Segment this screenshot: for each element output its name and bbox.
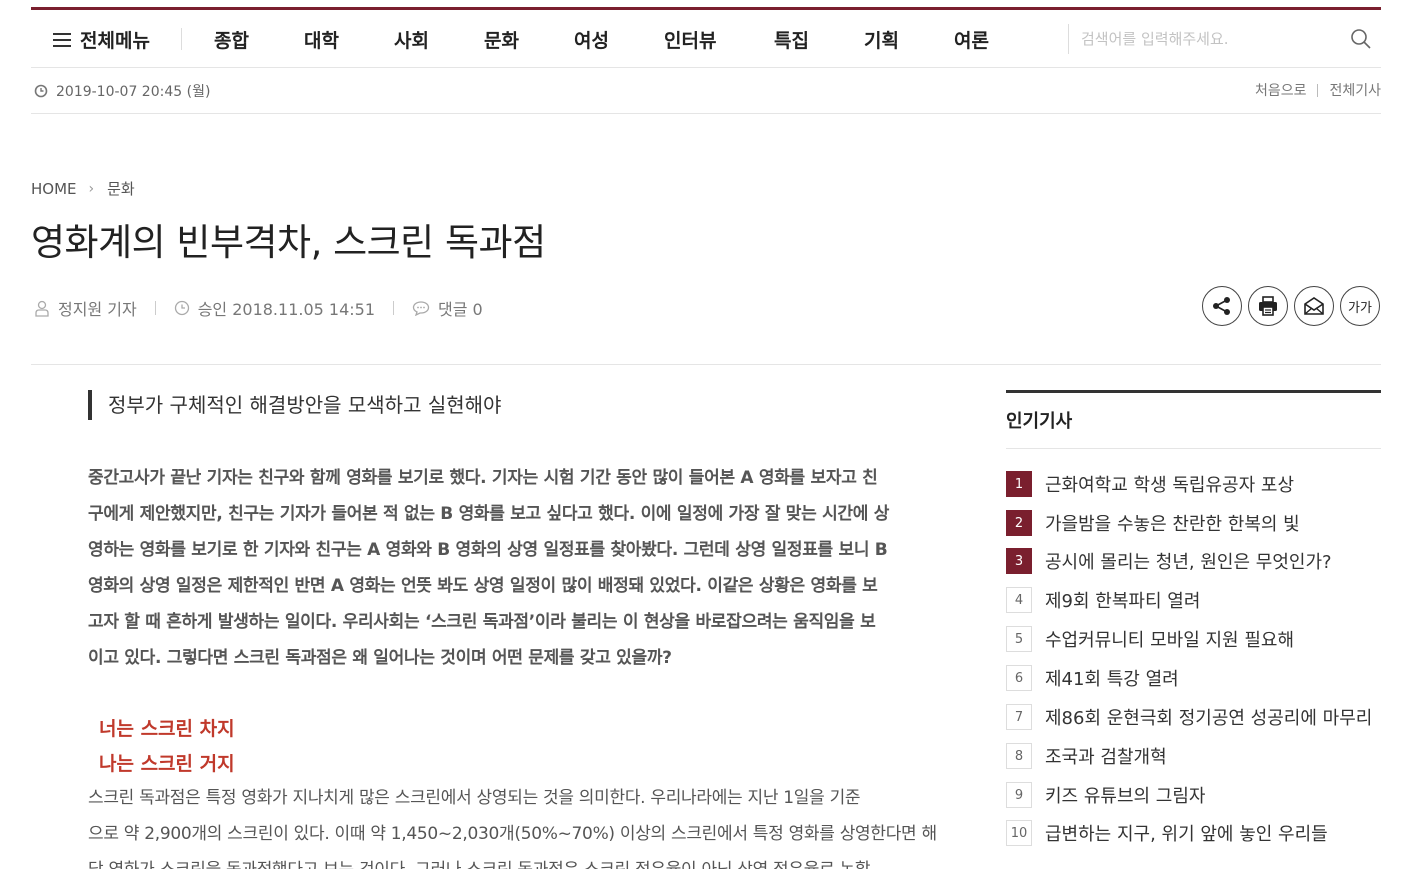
- rank-badge: 2: [1006, 510, 1032, 536]
- print-button[interactable]: [1248, 286, 1288, 326]
- approved-date: 승인 2018.11.05 14:51: [174, 296, 375, 320]
- clock-icon: [174, 300, 189, 316]
- popular-item-title[interactable]: 급변하는 지구, 위기 앞에 놓인 우리들: [1045, 820, 1328, 846]
- popular-item-title[interactable]: 수업커뮤니티 모바일 지원 필요해: [1045, 626, 1294, 652]
- all-articles-link[interactable]: 전체기사: [1329, 80, 1381, 100]
- search-input[interactable]: [1081, 24, 1341, 54]
- rank-badge: 9: [1006, 782, 1032, 808]
- all-menu-button[interactable]: 전체메뉴: [53, 26, 150, 53]
- date-links: 처음으로 전체기사: [1255, 80, 1381, 100]
- popular-item[interactable]: 2 가을밤을 수놓은 찬란한 한복의 빛: [1006, 510, 1300, 536]
- lead-line: 영하는 영화를 보기로 한 기자와 친구는 A 영화와 B 영화의 상영 일정표…: [88, 540, 888, 560]
- popular-item-title[interactable]: 제41회 특강 열려: [1045, 665, 1179, 691]
- nav-item-culture[interactable]: 문화: [484, 26, 519, 53]
- popular-articles-title: 인기기사: [1006, 411, 1073, 432]
- breadcrumb-section[interactable]: 문화: [107, 178, 135, 199]
- popular-item[interactable]: 5 수업커뮤니티 모바일 지원 필요해: [1006, 626, 1294, 652]
- lead-line: 고자 할 때 흔하게 발생하는 일이다. 우리사회는 ‘스크린 독과점’이라 불…: [88, 612, 876, 632]
- nav-item-special[interactable]: 특집: [774, 26, 809, 53]
- email-button[interactable]: [1294, 286, 1334, 326]
- home-link[interactable]: 처음으로: [1255, 80, 1307, 100]
- nav-item-society[interactable]: 사회: [394, 26, 429, 53]
- rank-badge: 10: [1006, 820, 1032, 846]
- lead-line: 구에게 제안했지만, 친구는 기자가 들어본 적 없는 B 영화를 보고 싶다고…: [88, 504, 890, 524]
- sidebar-divider: [1006, 448, 1381, 449]
- lead-line: 이고 있다. 그렇다면 스크린 독과점은 왜 일어나는 것이며 어떤 문제를 갖…: [88, 648, 672, 668]
- print-icon: [1259, 296, 1277, 316]
- section-heading: 너는 스크린 차지: [99, 718, 235, 740]
- nav-item-planning[interactable]: 기획: [864, 26, 899, 53]
- email-icon: [1304, 297, 1324, 315]
- paragraph-line: 으로 약 2,900개의 스크린이 있다. 이때 약 1,450~2,030개(…: [88, 824, 937, 844]
- rank-badge: 7: [1006, 704, 1032, 730]
- popular-item[interactable]: 4 제9회 한복파티 열려: [1006, 587, 1200, 613]
- popular-item[interactable]: 3 공시에 몰리는 청년, 원인은 무엇인가?: [1006, 548, 1332, 574]
- lead-line: 영화의 상영 일정은 제한적인 반면 A 영화는 언뜻 봐도 상영 일정이 많이…: [88, 576, 878, 596]
- hamburger-icon: [53, 32, 71, 47]
- comment-text: 댓글 0: [438, 300, 483, 319]
- breadcrumb-home[interactable]: HOME: [31, 180, 77, 198]
- search-icon[interactable]: [1349, 27, 1373, 51]
- article-tools: 가가: [1202, 286, 1380, 326]
- popular-item[interactable]: 7 제86회 운현극회 정기공연 성공리에 마무리: [1006, 704, 1372, 730]
- share-icon: [1213, 297, 1230, 315]
- comment-icon: [412, 301, 430, 316]
- share-button[interactable]: [1202, 286, 1242, 326]
- article-title: 영화계의 빈부격차, 스크린 독과점: [31, 221, 546, 264]
- popular-item-title[interactable]: 가을밤을 수놓은 찬란한 한복의 빛: [1045, 510, 1300, 536]
- date-text: 2019-10-07 20:45 (월): [56, 84, 211, 100]
- meta-divider: [154, 301, 156, 315]
- person-icon: [35, 300, 49, 317]
- meta-divider: [393, 301, 395, 315]
- article-subtitle: 정부가 구체적인 해결방안을 모색하고 실현해야: [88, 390, 501, 420]
- date-bar: 2019-10-07 20:45 (월) 처음으로 전체기사: [31, 68, 1381, 114]
- top-nav: 전체메뉴 종합 대학 사회 문화 여성 인터뷰 특집 기획 여론: [31, 7, 1381, 68]
- font-size-label: 가가: [1348, 300, 1372, 316]
- popular-item[interactable]: 10 급변하는 지구, 위기 앞에 놓인 우리들: [1006, 820, 1328, 846]
- font-size-button[interactable]: 가가: [1340, 286, 1380, 326]
- content-divider: [31, 364, 1381, 365]
- popular-item[interactable]: 1 근화여학교 학생 독립유공자 포상: [1006, 471, 1294, 497]
- popular-item-title[interactable]: 제86회 운현극회 정기공연 성공리에 마무리: [1045, 704, 1372, 730]
- breadcrumb: HOME › 문화: [31, 178, 135, 199]
- lead-line: 중간고사가 끝난 기자는 친구와 함께 영화를 보기로 했다. 기자는 시험 기…: [88, 468, 878, 488]
- article-lead: 중간고사가 끝난 기자는 친구와 함께 영화를 보기로 했다. 기자는 시험 기…: [88, 460, 926, 676]
- rank-badge: 4: [1006, 587, 1032, 613]
- nav-item-women[interactable]: 여성: [574, 26, 609, 53]
- popular-item-title[interactable]: 근화여학교 학생 독립유공자 포상: [1045, 471, 1294, 497]
- nav-divider: [181, 28, 182, 50]
- popular-item-title[interactable]: 제9회 한복파티 열려: [1045, 587, 1200, 613]
- nav-item-general[interactable]: 종합: [214, 26, 249, 53]
- comment-count[interactable]: 댓글 0: [412, 296, 483, 320]
- author: 정지원 기자: [34, 296, 137, 320]
- article-meta: 정지원 기자 승인 2018.11.05 14:51 댓글 0: [34, 296, 483, 320]
- all-menu-label: 전체메뉴: [80, 30, 150, 52]
- rank-badge: 6: [1006, 665, 1032, 691]
- current-date: 2019-10-07 20:45 (월): [34, 81, 210, 101]
- popular-item[interactable]: 6 제41회 특강 열려: [1006, 665, 1179, 691]
- rank-badge: 3: [1006, 548, 1032, 574]
- rank-badge: 5: [1006, 626, 1032, 652]
- popular-item[interactable]: 9 키즈 유튜브의 그림자: [1006, 782, 1205, 808]
- popular-item[interactable]: 8 조국과 검찰개혁: [1006, 743, 1167, 769]
- clock-icon: [34, 84, 48, 98]
- search-divider: [1068, 24, 1069, 54]
- sidebar-top-rule: [1006, 390, 1381, 393]
- paragraph-line: 당 영화가 스크린을 독과점했다고 보는 것이다. 그러나 스크린 독과점은 스…: [88, 852, 926, 869]
- article-paragraph: 스크린 독과점은 특정 영화가 지나치게 많은 스크린에서 상영되는 것을 의미…: [88, 780, 937, 869]
- chevron-right-icon: ›: [88, 180, 95, 197]
- popular-item-title[interactable]: 공시에 몰리는 청년, 원인은 무엇인가?: [1045, 548, 1332, 574]
- nav-item-opinion[interactable]: 여론: [954, 26, 989, 53]
- rank-badge: 1: [1006, 471, 1032, 497]
- author-name: 정지원 기자: [58, 300, 137, 319]
- rank-badge: 8: [1006, 743, 1032, 769]
- nav-item-interview[interactable]: 인터뷰: [664, 26, 716, 53]
- nav-item-university[interactable]: 대학: [304, 26, 339, 53]
- approved-text: 승인 2018.11.05 14:51: [197, 300, 376, 319]
- link-divider: [1317, 83, 1319, 97]
- popular-item-title[interactable]: 조국과 검찰개혁: [1045, 743, 1167, 769]
- section-heading: 나는 스크린 거지: [99, 753, 235, 775]
- paragraph-line: 스크린 독과점은 특정 영화가 지나치게 많은 스크린에서 상영되는 것을 의미…: [88, 788, 861, 808]
- popular-item-title[interactable]: 키즈 유튜브의 그림자: [1045, 782, 1205, 808]
